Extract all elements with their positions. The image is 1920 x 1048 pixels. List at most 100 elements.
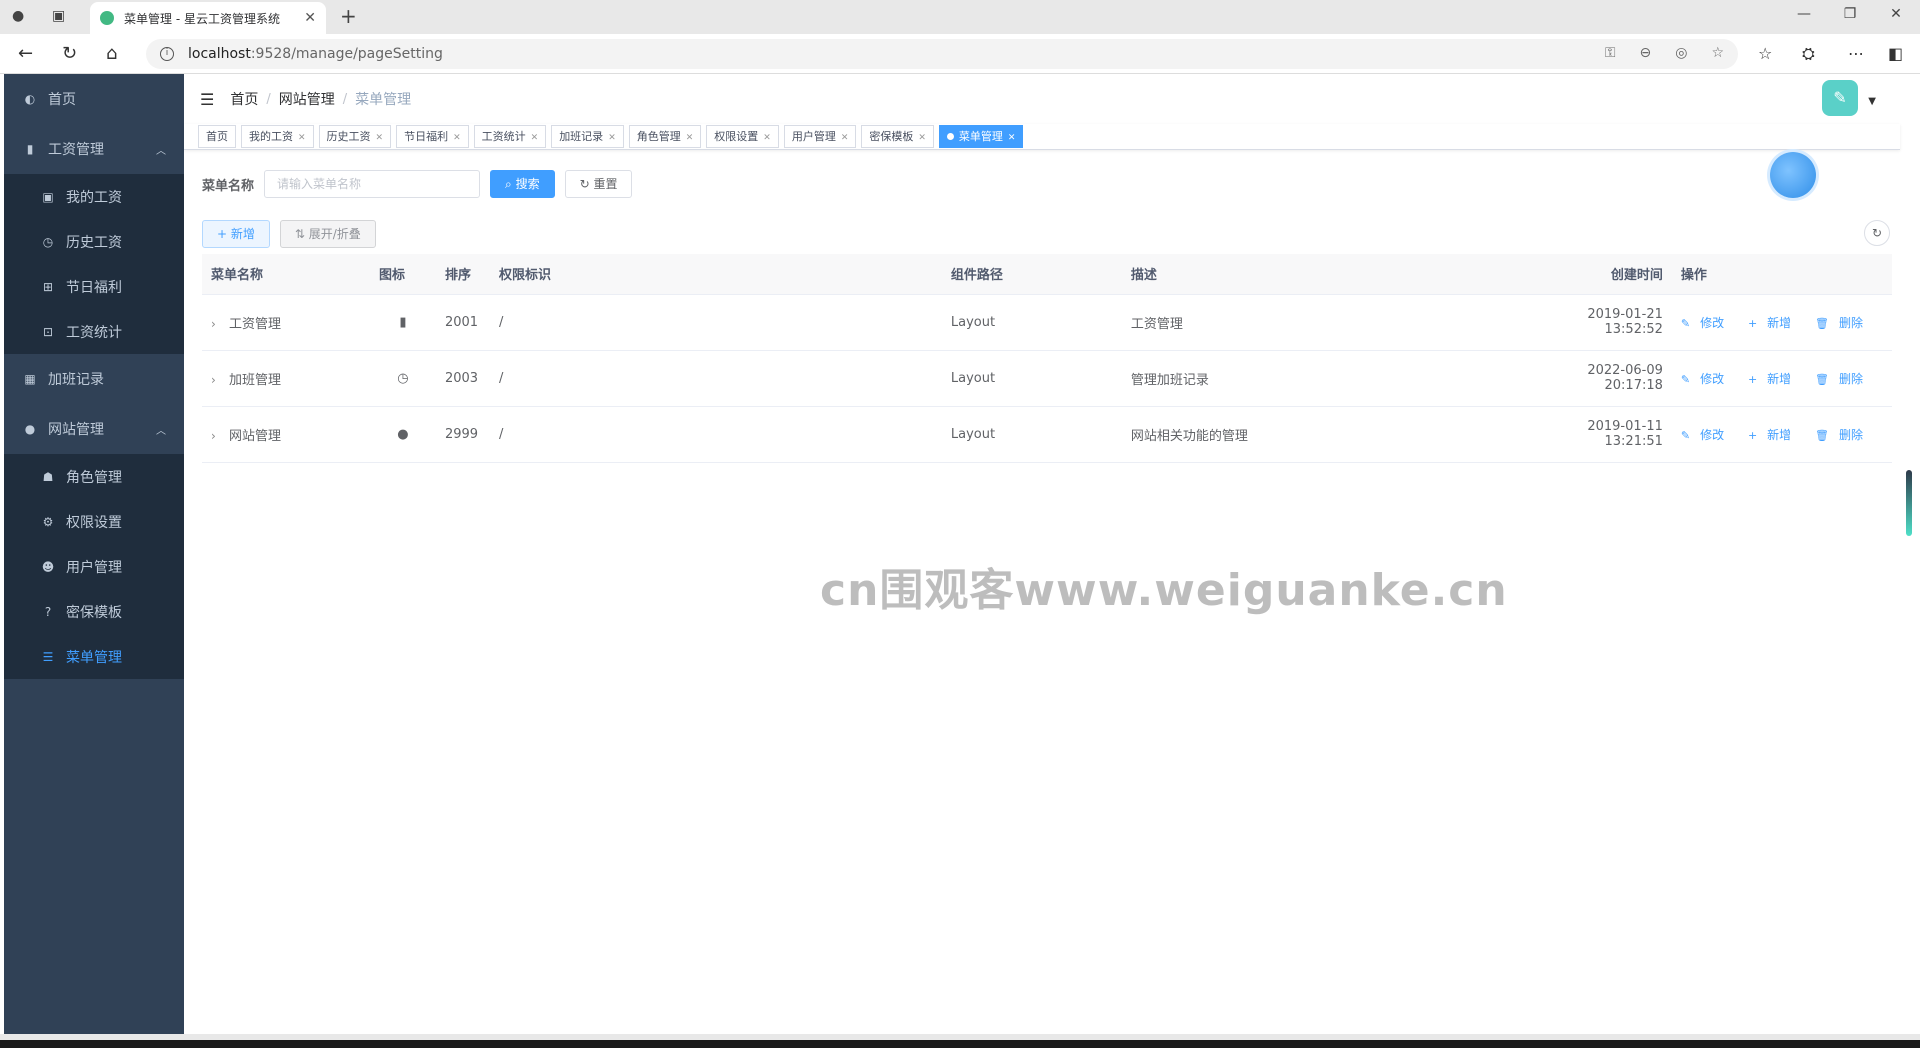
- cell-created: 2019-01-11 13:21:51: [1541, 406, 1672, 463]
- search-button[interactable]: ⌕ 搜索: [490, 170, 555, 198]
- tag-my-salary[interactable]: 我的工资 ✕: [241, 125, 314, 148]
- zoom-out-icon[interactable]: ⊖: [1639, 45, 1651, 61]
- close-icon[interactable]: ✕: [686, 133, 694, 143]
- avatar[interactable]: ✎: [1822, 80, 1858, 116]
- add-child-button[interactable]: + 新增: [1748, 372, 1801, 386]
- table-refresh-button[interactable]: ↻: [1864, 220, 1890, 246]
- sidebar-item-label: 权限设置: [66, 514, 122, 531]
- close-icon[interactable]: ✕: [841, 133, 849, 143]
- tag-label: 我的工资: [249, 130, 293, 143]
- close-icon[interactable]: ✕: [376, 133, 384, 143]
- close-icon[interactable]: ✕: [608, 133, 616, 143]
- tab-title: 菜单管理 - 星云工资管理系统: [124, 11, 280, 26]
- sidebar-item-label: 历史工资: [66, 234, 122, 251]
- key-icon[interactable]: ⚿: [1605, 45, 1616, 61]
- chevron-right-icon[interactable]: ›: [211, 429, 223, 443]
- tag-holiday[interactable]: 节日福利 ✕: [396, 125, 469, 148]
- sidebar-toggle-icon[interactable]: ◧: [1888, 44, 1903, 63]
- sidebar-item-salary[interactable]: ▮ 工资管理 ︿: [4, 124, 184, 174]
- edit-button[interactable]: ✎ 修改: [1681, 372, 1734, 386]
- chevron-right-icon[interactable]: ›: [211, 373, 223, 387]
- close-icon[interactable]: ✕: [1008, 133, 1016, 143]
- sidebar-item-roles[interactable]: ☗ 角色管理: [4, 454, 184, 499]
- tag-overtime[interactable]: 加班记录 ✕: [551, 125, 624, 148]
- add-child-button[interactable]: + 新增: [1748, 316, 1801, 330]
- reset-button[interactable]: ↻ 重置: [564, 170, 633, 198]
- tab-close-icon[interactable]: ✕: [304, 10, 316, 26]
- address-bar[interactable]: i localhost :9528/manage/pageSetting ⚿ ⊖…: [146, 39, 1738, 69]
- new-tab-icon[interactable]: +: [340, 4, 357, 28]
- breadcrumb-site[interactable]: 网站管理: [279, 89, 335, 109]
- tag-salary-stats[interactable]: 工资统计 ✕: [473, 125, 547, 148]
- reload-icon[interactable]: ↻: [62, 43, 77, 64]
- tag-menu[interactable]: 菜单管理 ✕: [938, 125, 1024, 148]
- add-label: 新增: [1767, 315, 1792, 330]
- sort-icon: ⇅: [294, 227, 309, 241]
- tag-security-template[interactable]: 密保模板 ✕: [861, 125, 934, 148]
- sidebar-item-salary-stats[interactable]: ⊡ 工资统计: [4, 309, 184, 354]
- add-child-button[interactable]: + 新增: [1748, 428, 1801, 442]
- close-icon[interactable]: ✕: [918, 133, 926, 143]
- trash-icon: 🗑: [1815, 372, 1829, 386]
- tag-roles[interactable]: 角色管理 ✕: [628, 125, 702, 148]
- add-button[interactable]: + 新增: [202, 220, 270, 248]
- back-icon[interactable]: ←: [18, 43, 33, 64]
- sidebar-item-site[interactable]: ● 网站管理 ︿: [4, 404, 184, 454]
- restore-icon[interactable]: ❐: [1830, 6, 1870, 22]
- edit-label: 修改: [1700, 315, 1725, 330]
- sidebar-item-permissions[interactable]: ⚙ 权限设置: [4, 499, 184, 544]
- tab-actions-icon[interactable]: ▣: [52, 8, 65, 24]
- page-scroll-indicator[interactable]: [1906, 470, 1912, 536]
- sidebar-item-users[interactable]: ☻ 用户管理: [4, 544, 184, 589]
- more-icon[interactable]: ⋯: [1848, 44, 1864, 63]
- tag-home[interactable]: 首页: [198, 125, 236, 148]
- delete-label: 删除: [1838, 427, 1863, 442]
- plus-icon: +: [1747, 316, 1758, 330]
- close-icon[interactable]: ✕: [531, 133, 539, 143]
- watermark: cn围观客www.weiguanke.cn: [820, 565, 1508, 616]
- floating-assistant-ball[interactable]: [1770, 152, 1816, 198]
- cell-created: 2019-01-21 13:52:52: [1541, 294, 1672, 351]
- edit-button[interactable]: ✎ 修改: [1681, 428, 1734, 442]
- delete-button[interactable]: 🗑 删除: [1815, 428, 1873, 442]
- sidebar-item-overtime[interactable]: ▦ 加班记录: [4, 354, 184, 404]
- caret-down-icon[interactable]: ▼: [1868, 96, 1876, 107]
- home-icon[interactable]: ⌂: [106, 43, 117, 64]
- close-icon[interactable]: ✕: [453, 133, 461, 143]
- peoples-icon: ☗: [42, 469, 54, 484]
- tag-history-salary[interactable]: 历史工资 ✕: [318, 125, 392, 148]
- sidebar-item-holiday[interactable]: ⊞ 节日福利: [4, 264, 184, 309]
- minimize-icon[interactable]: —: [1784, 6, 1824, 22]
- sidebar-item-my-salary[interactable]: ▣ 我的工资: [4, 174, 184, 219]
- tag-label: 权限设置: [714, 130, 759, 143]
- sidebar-item-menu[interactable]: ☰ 菜单管理: [4, 634, 184, 679]
- favorites-icon[interactable]: ☆: [1758, 44, 1772, 63]
- edit-button[interactable]: ✎ 修改: [1681, 316, 1734, 330]
- hamburger-icon[interactable]: ☰: [200, 90, 214, 109]
- translate-icon[interactable]: ◎: [1675, 45, 1687, 61]
- menu-name-input[interactable]: 请输入菜单名称: [264, 170, 481, 198]
- sidebar-item-security-template[interactable]: ? 密保模板: [4, 589, 184, 634]
- close-icon[interactable]: ✕: [763, 133, 771, 143]
- expand-collapse-button[interactable]: ⇅ 展开/折叠: [279, 220, 376, 248]
- favorite-star-icon[interactable]: ☆: [1711, 45, 1724, 61]
- tag-label: 历史工资: [326, 130, 371, 143]
- tag-permissions[interactable]: 权限设置 ✕: [706, 125, 779, 148]
- browser-tab[interactable]: 菜单管理 - 星云工资管理系统 ✕: [90, 2, 326, 34]
- extensions-icon[interactable]: ⛭: [1802, 44, 1815, 64]
- delete-button[interactable]: 🗑 删除: [1815, 372, 1873, 386]
- delete-button[interactable]: 🗑 删除: [1815, 316, 1873, 330]
- cell-name: › 网站管理: [202, 406, 370, 463]
- main-content: ☰ 首页 / 网站管理 / 菜单管理 ✎ ▼ 首页 我的工资 ✕ 历史工资 ✕ 节日…: [184, 74, 1900, 1034]
- chevron-right-icon[interactable]: ›: [211, 317, 223, 331]
- breadcrumb-home[interactable]: 首页: [230, 89, 258, 109]
- refresh-icon: ↻: [579, 177, 594, 191]
- close-icon[interactable]: ✕: [298, 133, 306, 143]
- sidebar-item-history-salary[interactable]: ◷ 历史工资: [4, 219, 184, 264]
- sidebar-item-home[interactable]: ◐ 首页: [4, 74, 184, 124]
- tag-users[interactable]: 用户管理 ✕: [783, 125, 857, 148]
- profile-icon[interactable]: ●: [12, 8, 24, 24]
- site-info-icon[interactable]: i: [160, 47, 174, 61]
- window-close-icon[interactable]: ✕: [1876, 6, 1916, 22]
- dashboard-icon: ◐: [24, 92, 36, 106]
